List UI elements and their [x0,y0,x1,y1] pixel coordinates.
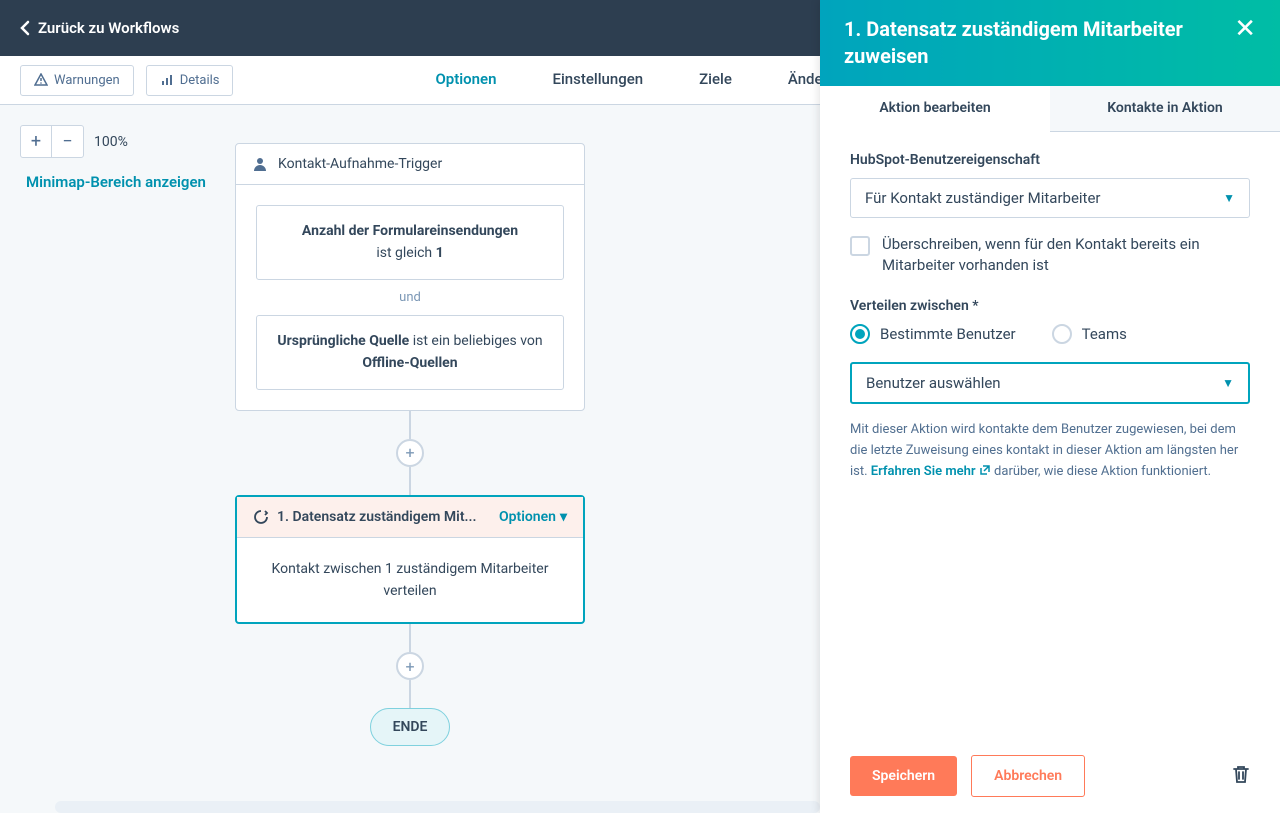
panel-body: HubSpot-Benutzereigenschaft Für Kontakt … [820,132,1280,738]
connector-line [409,624,411,652]
panel-tab-edit[interactable]: Aktion bearbeiten [820,86,1050,132]
filter-2-property: Ursprüngliche Quelle [277,333,409,349]
action-body: Kontakt zwischen 1 zuständigem Mitarbeit… [237,538,583,623]
canvas-tools: + − 100% [20,125,128,158]
overwrite-checkbox[interactable] [850,236,870,256]
action-title: 1. Datensatz zuständigem Mit... [277,509,476,525]
zoom-level: 100% [94,134,128,150]
help-text: Mit dieser Aktion wird kontakte dem Benu… [850,420,1250,482]
panel-title: 1. Datensatz zuständigem Mitarbeiter zuw… [844,16,1234,70]
radio-specific-users[interactable]: Bestimmte Benutzer [850,324,1016,344]
connector-line [409,467,411,495]
panel-footer: Speichern Abbrechen [820,738,1280,813]
details-button[interactable]: Details [146,65,234,96]
minimap-toggle[interactable]: Minimap-Bereich anzeigen [26,173,206,191]
users-select-placeholder: Benutzer auswählen [866,374,1001,392]
chevron-down-icon: ▾ [560,509,567,525]
caret-down-icon: ▼ [1223,191,1235,205]
workflow-flow: Kontakt-Aufnahme-Trigger Anzahl der Form… [235,143,585,746]
trigger-title: Kontakt-Aufnahme-Trigger [278,156,442,172]
connector-line [409,680,411,708]
chart-icon [160,73,174,87]
caret-down-icon: ▼ [1222,376,1234,390]
panel-header: 1. Datensatz zuständigem Mitarbeiter zuw… [820,0,1280,86]
details-label: Details [180,73,220,88]
external-link-icon [979,464,991,476]
trigger-header: Kontakt-Aufnahme-Trigger [236,144,584,185]
overwrite-checkbox-row[interactable]: Überschreiben, wenn für den Kontakt bere… [850,234,1250,276]
trigger-card[interactable]: Kontakt-Aufnahme-Trigger Anzahl der Form… [235,143,585,411]
warnings-button[interactable]: Warnungen [20,65,134,96]
add-action-button-2[interactable]: + [396,652,424,680]
back-label: Zurück zu Workflows [38,19,179,37]
filter-1[interactable]: Anzahl der Formulareinsendungen ist glei… [256,205,564,280]
property-select[interactable]: Für Kontakt zuständiger Mitarbeiter ▼ [850,178,1250,218]
radio-input-teams[interactable] [1052,324,1072,344]
filter-2[interactable]: Ursprüngliche Quelle ist ein beliebiges … [256,315,564,390]
warnings-label: Warnungen [54,73,120,88]
horizontal-scrollbar[interactable] [55,801,820,813]
trigger-body: Anzahl der Formulareinsendungen ist glei… [236,185,584,410]
learn-more-link[interactable]: Erfahren Sie mehr [871,464,991,479]
side-panel: 1. Datensatz zuständigem Mitarbeiter zuw… [820,0,1280,813]
action-options-dropdown[interactable]: Optionen ▾ [499,509,567,525]
filter-2-value: Offline-Quellen [362,355,457,371]
radio-input-users[interactable] [850,324,870,344]
radio-teams[interactable]: Teams [1052,324,1127,344]
contact-icon [252,156,268,172]
filter-1-property: Anzahl der Formulareinsendungen [302,223,518,239]
distribute-label: Verteilen zwischen * [850,298,1250,314]
filter-1-value: 1 [436,245,444,261]
action-header: 1. Datensatz zuständigem Mit... Optionen… [237,497,583,538]
rotate-icon [253,509,269,525]
help-text-2: darüber, wie diese Aktion funktioniert. [991,464,1211,479]
property-value: Für Kontakt zuständiger Mitarbeiter [865,189,1101,207]
save-button[interactable]: Speichern [850,756,957,796]
overwrite-label: Überschreiben, wenn für den Kontakt bere… [882,234,1250,276]
trash-icon [1232,764,1250,784]
users-select[interactable]: Benutzer auswählen ▼ [850,362,1250,404]
property-label: HubSpot-Benutzereigenschaft [850,152,1250,168]
cancel-button[interactable]: Abbrechen [971,755,1085,797]
delete-button[interactable] [1232,764,1250,789]
filter-2-op: ist ein beliebiges von [409,333,542,349]
zoom-in-button[interactable]: + [21,126,52,157]
close-icon[interactable]: ✕ [1234,16,1256,42]
workflow-canvas[interactable]: + − 100% Minimap-Bereich anzeigen Kontak… [0,105,820,813]
end-node: ENDE [370,708,451,746]
panel-tabs: Aktion bearbeiten Kontakte in Aktion [820,86,1280,132]
distribute-radio-group: Bestimmte Benutzer Teams [850,324,1250,344]
radio-label-users: Bestimmte Benutzer [880,325,1016,343]
warning-icon [34,73,48,87]
action-options-label: Optionen [499,509,556,525]
panel-tab-contacts[interactable]: Kontakte in Aktion [1050,86,1280,131]
radio-label-teams: Teams [1082,325,1127,343]
zoom-controls: + − [20,125,84,158]
back-to-workflows[interactable]: Zurück zu Workflows [20,19,179,37]
action-card[interactable]: 1. Datensatz zuständigem Mit... Optionen… [235,495,585,625]
connector-line [409,411,411,439]
add-action-button-1[interactable]: + [396,439,424,467]
action-title-wrap: 1. Datensatz zuständigem Mit... [253,509,499,525]
and-connector: und [256,280,564,315]
filter-1-op: ist gleich [376,245,435,261]
chevron-left-icon [20,20,30,36]
zoom-out-button[interactable]: − [52,126,83,157]
